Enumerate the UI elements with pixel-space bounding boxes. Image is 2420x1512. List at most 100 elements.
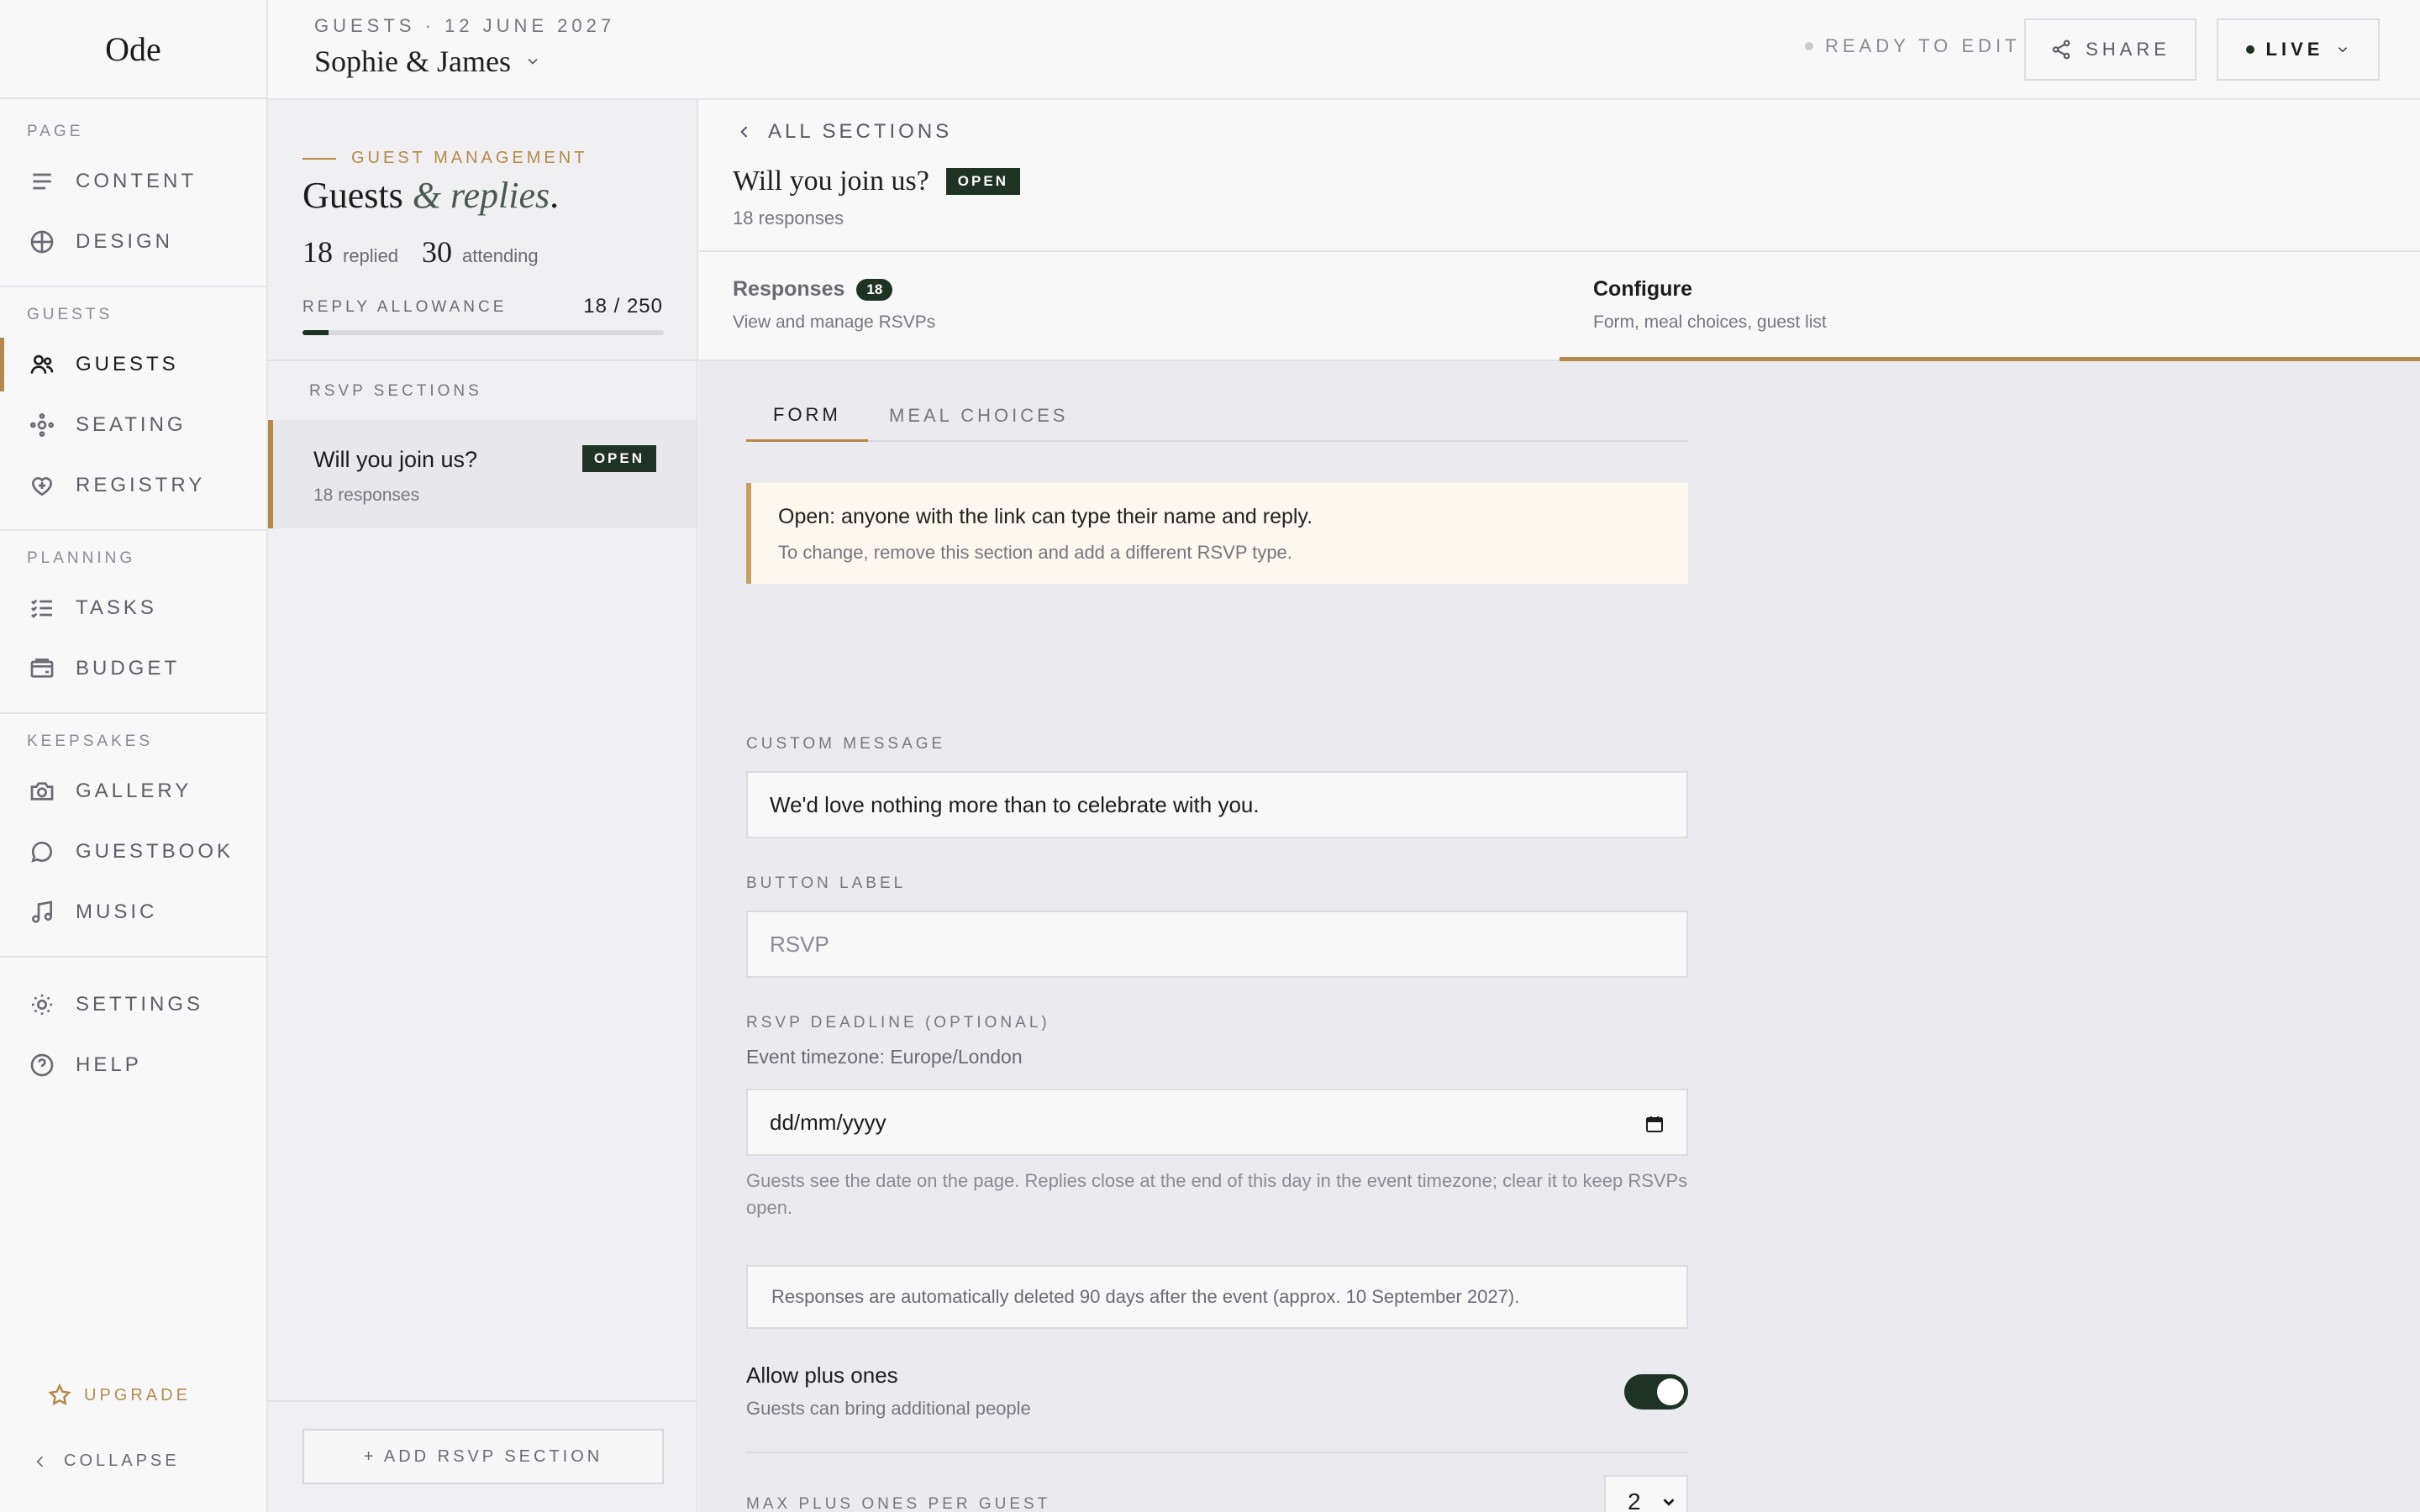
custom-message-input[interactable]	[746, 771, 1688, 838]
allowance-value: 18 / 250	[583, 295, 663, 318]
live-label: Live	[2265, 39, 2324, 60]
plus-ones-subtitle: Guests can bring additional people	[746, 1398, 1031, 1419]
sidebar-divider	[0, 286, 266, 287]
share-icon	[2052, 39, 2070, 60]
tab-title: Configure	[1593, 277, 1692, 302]
rsvp-deadline-date-input[interactable]: dd/mm/yyyy	[746, 1089, 1688, 1156]
back-to-sections-link[interactable]: All sections	[736, 120, 952, 144]
wallet-icon	[30, 659, 54, 678]
max-plus-ones-label: Max plus ones per guest	[746, 1495, 1051, 1512]
chevron-down-icon	[2338, 47, 2348, 53]
rsvp-sections-label: RSVP Sections	[309, 382, 482, 400]
app-logo[interactable]: Ode	[0, 0, 266, 99]
add-rsvp-section-button[interactable]: + Add RSVP Section	[302, 1429, 664, 1484]
help-icon	[30, 1053, 54, 1077]
top-bar: Guests · 12 June 2027 Sophie & James Rea…	[268, 0, 2420, 100]
seating-icon	[30, 413, 54, 437]
sidebar-item-gallery[interactable]: Gallery	[0, 764, 266, 818]
panel-divider	[268, 360, 697, 361]
sidebar-item-guestbook[interactable]: Guestbook	[0, 825, 266, 879]
subtab-meal-choices[interactable]: Meal choices	[889, 390, 1068, 442]
collapse-button[interactable]: Collapse	[32, 1452, 180, 1471]
kicker-line	[302, 157, 336, 160]
button-label-input[interactable]	[746, 911, 1688, 978]
live-status-button[interactable]: Live	[2217, 18, 2380, 81]
main-content: All sections Will you join us? Open 18 r…	[699, 100, 2420, 1512]
timezone-note: Event timezone: Europe/London	[746, 1046, 1023, 1068]
upgrade-button[interactable]: Upgrade	[47, 1383, 191, 1408]
row-divider	[746, 1452, 1688, 1453]
attending-label: attending	[462, 245, 539, 266]
heart-gift-icon	[31, 477, 53, 496]
rsvp-section-responses: 18 responses	[313, 486, 420, 505]
sidebar: Ode Page Content Design Guests Guests Se…	[0, 0, 268, 1512]
sidebar-item-label: Design	[76, 230, 174, 253]
sidebar-divider	[0, 529, 266, 531]
sidebar-item-budget[interactable]: Budget	[0, 642, 266, 696]
section-tabs: Responses 18 View and manage RSVPs Confi…	[699, 252, 2420, 361]
status-badge: Open	[581, 445, 656, 472]
open-rsvp-notice: Open: anyone with the link can type thei…	[746, 483, 1688, 584]
star-icon	[48, 1383, 71, 1406]
title-end: .	[550, 175, 560, 216]
sidebar-item-settings[interactable]: Settings	[0, 978, 266, 1032]
checklist-icon	[31, 599, 52, 618]
allowance-label: Reply allowance	[302, 298, 508, 316]
camera-icon	[30, 782, 54, 801]
allowance-progress-fill	[302, 330, 329, 335]
plus-ones-toggle[interactable]	[1624, 1374, 1688, 1410]
sidebar-item-label: Gallery	[76, 780, 192, 802]
sidebar-item-label: Budget	[76, 657, 181, 680]
sidebar-item-label: Registry	[76, 474, 206, 496]
live-dot	[2245, 45, 2254, 54]
sidebar-item-label: Tasks	[76, 596, 157, 619]
chat-icon	[31, 841, 52, 863]
sidebar-item-tasks[interactable]: Tasks	[0, 581, 266, 635]
tab-responses[interactable]: Responses 18 View and manage RSVPs	[699, 252, 1560, 361]
reply-stats: 18 replied 30 attending	[302, 234, 552, 270]
sidebar-item-content[interactable]: Content	[0, 155, 266, 208]
chevron-left-icon	[36, 1456, 44, 1467]
panel-divider	[268, 1400, 697, 1402]
edit-status: Ready to edit	[1805, 35, 2021, 57]
event-switcher[interactable]: Sophie & James	[314, 44, 541, 79]
sidebar-item-seating[interactable]: Seating	[0, 398, 266, 452]
chevron-down-icon	[528, 58, 538, 65]
title-amp: &	[412, 175, 442, 216]
title-part: Guests	[302, 175, 413, 216]
sidebar-item-music[interactable]: Music	[0, 885, 266, 939]
max-plus-ones-select[interactable]: 2	[1604, 1475, 1688, 1512]
share-label: Share	[2086, 39, 2170, 60]
status-badge: Open	[945, 168, 1020, 195]
collapse-label: Collapse	[64, 1452, 180, 1470]
share-button[interactable]: Share	[2024, 18, 2196, 81]
guest-panel: Guest Management Guests & replies. 18 re…	[268, 100, 698, 1512]
tab-title: Responses 18	[733, 277, 893, 302]
responses-count-badge: 18	[856, 278, 893, 301]
section-header: All sections Will you join us? Open 18 r…	[699, 100, 2420, 252]
nav-group-label-keepsakes: Keepsakes	[27, 732, 154, 750]
rsvp-section-item[interactable]: Will you join us? Open 18 responses	[268, 420, 697, 528]
sidebar-item-help[interactable]: Help	[0, 1038, 266, 1092]
tab-title-text: Configure	[1593, 277, 1693, 301]
plus-ones-title: Allow plus ones	[746, 1362, 898, 1388]
sidebar-item-design[interactable]: Design	[0, 215, 266, 269]
section-title: Will you join us? Open	[733, 165, 1020, 197]
tab-configure[interactable]: Configure Form, meal choices, guest list	[1560, 252, 2420, 361]
lines-icon	[33, 173, 51, 190]
date-placeholder: dd/mm/yyyy	[770, 1109, 886, 1135]
replied-count: 18	[302, 235, 333, 269]
guest-management-kicker: Guest Management	[302, 149, 587, 168]
subtab-form[interactable]: Form	[746, 390, 868, 442]
sidebar-item-label: Content	[76, 170, 197, 192]
custom-message-label: Custom message	[746, 735, 946, 753]
tab-subtitle: Form, meal choices, guest list	[1593, 312, 1827, 332]
sidebar-item-guests[interactable]: Guests	[0, 338, 266, 391]
nav-group-label-guests: Guests	[27, 306, 113, 323]
rsvp-deadline-label: RSVP deadline (optional)	[746, 1014, 1050, 1032]
calendar-icon[interactable]	[1644, 1114, 1665, 1134]
chevron-left-icon	[740, 126, 748, 138]
sidebar-item-registry[interactable]: Registry	[0, 459, 266, 512]
retention-info: Responses are automatically deleted 90 d…	[746, 1265, 1688, 1329]
tab-subtitle: View and manage RSVPs	[733, 312, 936, 332]
